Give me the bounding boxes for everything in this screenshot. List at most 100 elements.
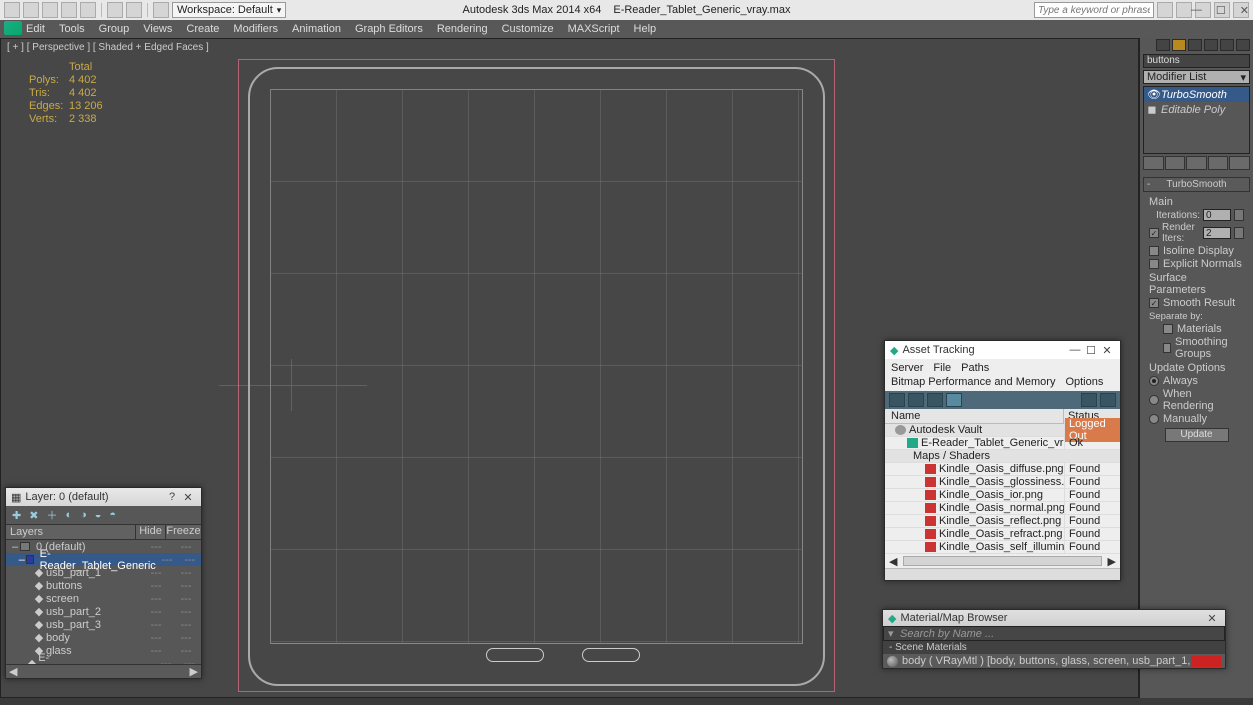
modify-tab-icon[interactable] xyxy=(1172,39,1186,51)
menu-modifiers[interactable]: Modifiers xyxy=(233,23,278,35)
hide-unhide-icon[interactable]: ◒ xyxy=(95,509,102,521)
spinner-arrows-icon[interactable] xyxy=(1234,209,1244,221)
close-button[interactable]: ✕ xyxy=(1240,4,1249,17)
settings-icon[interactable] xyxy=(1100,393,1116,407)
sep-materials-checkbox[interactable] xyxy=(1163,324,1173,334)
menu-bitmap[interactable]: Bitmap Performance and Memory xyxy=(891,376,1055,388)
material-map-browser-dialog[interactable]: ◆ Material/Map Browser ✕ ▾ Search by Nam… xyxy=(882,609,1226,669)
remove-modifier-icon[interactable] xyxy=(1208,156,1229,170)
qat-icon[interactable] xyxy=(153,2,169,18)
menu-help[interactable]: Help xyxy=(634,23,657,35)
asset-list[interactable]: Autodesk VaultLogged OutE-Reader_Tablet_… xyxy=(885,424,1120,554)
menu-group[interactable]: Group xyxy=(99,23,130,35)
freeze-unfreeze-icon[interactable]: ◓ xyxy=(109,509,116,521)
make-unique-icon[interactable] xyxy=(1186,156,1207,170)
asset-row[interactable]: Kindle_Oasis_refract.pngFound xyxy=(885,528,1120,541)
layer-row[interactable]: ◆buttons------ xyxy=(6,579,201,592)
wireframe-model[interactable] xyxy=(234,47,839,692)
asset-row[interactable]: Kindle_Oasis_reflect.pngFound xyxy=(885,515,1120,528)
hierarchy-tab-icon[interactable] xyxy=(1188,39,1202,51)
new-layer-icon[interactable]: ✚ xyxy=(12,509,21,522)
col-layers[interactable]: Layers xyxy=(6,525,136,539)
menu-maxscript[interactable]: MAXScript xyxy=(568,23,620,35)
smooth-result-checkbox[interactable]: ✓ xyxy=(1149,298,1159,308)
qat-icon[interactable] xyxy=(126,2,142,18)
add-to-layer-icon[interactable]: ＋ xyxy=(46,507,57,523)
rollout-header[interactable]: TurboSmooth xyxy=(1143,177,1250,192)
asset-row[interactable]: Kindle_Oasis_diffuse.pngFound xyxy=(885,463,1120,476)
help-button[interactable]: ? xyxy=(164,491,180,503)
col-hide[interactable]: Hide xyxy=(136,525,166,539)
menu-options[interactable]: Options xyxy=(1065,376,1103,388)
menu-rendering[interactable]: Rendering xyxy=(437,23,488,35)
explicit-normals-checkbox[interactable] xyxy=(1149,259,1159,269)
asset-row[interactable]: Kindle_Oasis_ior.pngFound xyxy=(885,489,1120,502)
select-highlight-icon[interactable]: ◐ xyxy=(65,509,72,521)
isoline-checkbox[interactable] xyxy=(1149,246,1159,256)
modifier-stack-item[interactable]: 👁 TurboSmooth xyxy=(1144,87,1249,102)
qat-icon[interactable] xyxy=(4,2,20,18)
asset-row[interactable]: Kindle_Oasis_glossiness.pngFound xyxy=(885,476,1120,489)
subscription-icon[interactable] xyxy=(1176,2,1192,18)
layer-row[interactable]: ◆usb_part_3------ xyxy=(6,618,201,631)
menu-edit[interactable]: Edit xyxy=(26,23,45,35)
layer-row[interactable]: ◆screen------ xyxy=(6,592,201,605)
menu-file[interactable]: File xyxy=(933,362,951,374)
layer-scrollbar[interactable]: ◀▶ xyxy=(6,664,201,678)
qat-icon[interactable] xyxy=(42,2,58,18)
configure-sets-icon[interactable] xyxy=(1229,156,1250,170)
asset-h-scrollbar[interactable]: ◀▶ xyxy=(885,554,1120,568)
menu-create[interactable]: Create xyxy=(186,23,219,35)
render-iters-spinner[interactable]: 2 xyxy=(1203,227,1231,239)
asset-row[interactable]: Maps / Shaders xyxy=(885,450,1120,463)
update-always-radio[interactable] xyxy=(1149,376,1159,386)
update-render-radio[interactable] xyxy=(1149,395,1159,405)
menu-customize[interactable]: Customize xyxy=(502,23,554,35)
minimize-button[interactable]: — xyxy=(1191,4,1202,17)
qat-icon[interactable] xyxy=(23,2,39,18)
layer-row[interactable]: –E-Reader_Tablet_Generic------ xyxy=(6,553,201,566)
modifier-list-dropdown[interactable]: Modifier List ▾ xyxy=(1143,70,1250,84)
object-name-field[interactable]: buttons xyxy=(1143,54,1250,68)
visibility-icon[interactable]: 👁 xyxy=(1147,88,1157,101)
layer-row[interactable]: ◆usb_part_2------ xyxy=(6,605,201,618)
col-name[interactable]: Name xyxy=(885,409,1064,423)
refresh-icon[interactable] xyxy=(889,393,905,407)
iterations-spinner[interactable]: 0 xyxy=(1203,209,1231,221)
search-icon[interactable] xyxy=(1157,2,1173,18)
viewport-label[interactable]: [ + ] [ Perspective ] [ Shaded + Edged F… xyxy=(7,42,209,53)
menu-paths[interactable]: Paths xyxy=(961,362,989,374)
render-iters-checkbox[interactable]: ✓ xyxy=(1149,228,1159,238)
menu-animation[interactable]: Animation xyxy=(292,23,341,35)
chevron-down-icon[interactable]: ▾ xyxy=(888,627,900,640)
status-icon[interactable] xyxy=(1081,393,1097,407)
spinner-arrows-icon[interactable] xyxy=(1234,227,1244,239)
menu-tools[interactable]: Tools xyxy=(59,23,85,35)
qat-icon[interactable] xyxy=(80,2,96,18)
minimize-button[interactable]: — xyxy=(1067,344,1083,356)
tree-view-icon[interactable] xyxy=(908,393,924,407)
qat-icon[interactable] xyxy=(107,2,123,18)
layer-row[interactable]: ◆E-Reader_Tablet_Generic------ xyxy=(6,657,201,664)
modifier-stack-item[interactable]: ◼ Editable Poly xyxy=(1144,102,1249,117)
create-tab-icon[interactable] xyxy=(1156,39,1170,51)
utilities-tab-icon[interactable] xyxy=(1236,39,1250,51)
close-button[interactable]: ✕ xyxy=(1099,344,1115,357)
update-manual-radio[interactable] xyxy=(1149,414,1159,424)
layer-row[interactable]: ◆usb_part_1------ xyxy=(6,566,201,579)
asset-row[interactable]: Kindle_Oasis_normal.pngFound xyxy=(885,502,1120,515)
modifier-stack[interactable]: 👁 TurboSmooth ◼ Editable Poly xyxy=(1143,86,1250,154)
expand-icon[interactable]: ◼ xyxy=(1147,103,1157,116)
asset-tracking-dialog[interactable]: ◆ Asset Tracking — ☐ ✕ Server File Paths… xyxy=(884,340,1121,581)
material-category-header[interactable]: - Scene Materials xyxy=(883,641,1225,654)
layer-tree[interactable]: –0 (default)------–E-Reader_Tablet_Gener… xyxy=(6,540,201,664)
material-item[interactable]: body ( VRayMtl ) [body, buttons, glass, … xyxy=(883,654,1225,668)
highlight-select-icon[interactable]: ◑ xyxy=(80,509,87,521)
asset-row[interactable]: E-Reader_Tablet_Generic_vray.maxOk xyxy=(885,437,1120,450)
list-view-icon[interactable] xyxy=(946,393,962,407)
layer-row[interactable]: ◆body------ xyxy=(6,631,201,644)
layer-manager-dialog[interactable]: ▦ Layer: 0 (default) ? ✕ ✚ ✖ ＋ ◐ ◑ ◒ ◓ L… xyxy=(5,487,202,679)
menu-graph-editors[interactable]: Graph Editors xyxy=(355,23,423,35)
delete-layer-icon[interactable]: ✖ xyxy=(29,509,38,522)
menu-server[interactable]: Server xyxy=(891,362,923,374)
